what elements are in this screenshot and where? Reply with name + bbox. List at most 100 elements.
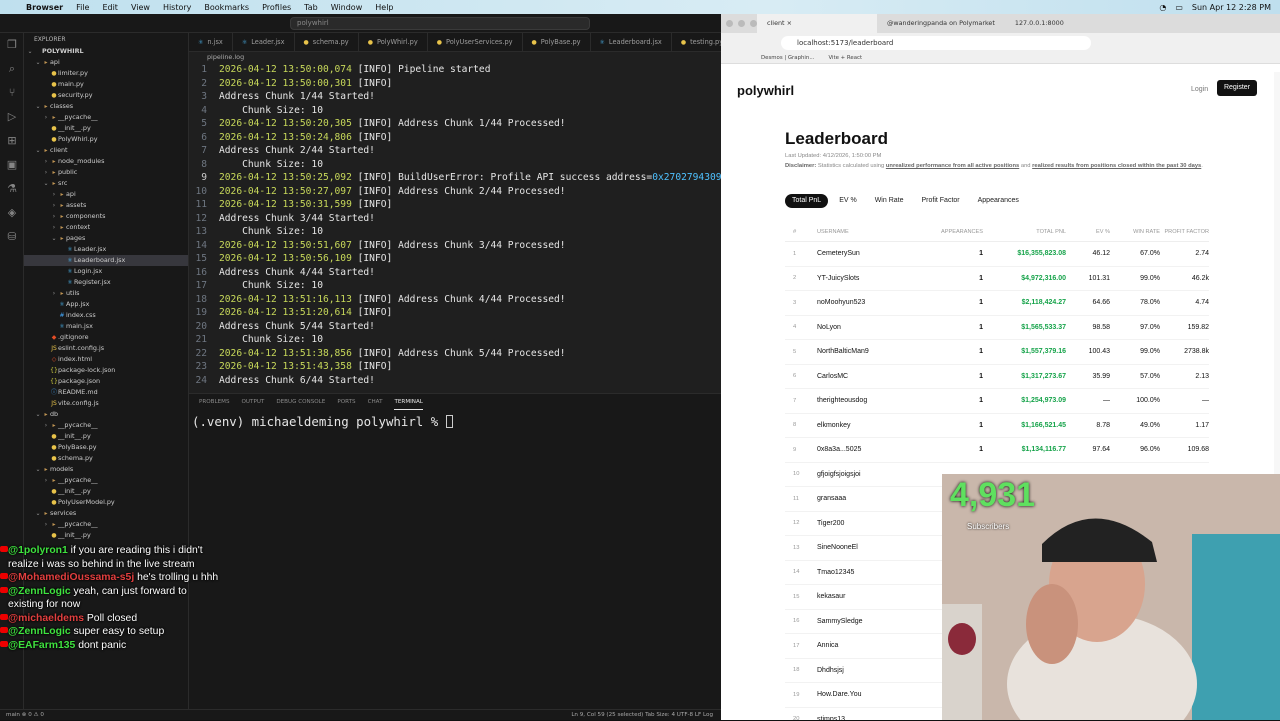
tree-item[interactable]: › ▸ __pycache__: [24, 420, 188, 431]
editor-tab[interactable]: ⚛ Leader.jsx: [233, 33, 295, 51]
browser-tab-localhost[interactable]: 127.0.0.1:8000: [1005, 14, 1074, 33]
panel-tab[interactable]: PORTS: [337, 394, 355, 410]
tree-item[interactable]: ⌄ ▸ services: [24, 508, 188, 519]
column-header[interactable]: PROFIT FACTOR: [1160, 229, 1209, 235]
editor-tab[interactable]: ● PolyWhirl.py: [359, 33, 428, 51]
bookmark-vite[interactable]: Vite + React: [828, 53, 862, 63]
menu-profiles[interactable]: Profiles: [262, 3, 291, 12]
table-row[interactable]: 6 CarlosMC 1 $1,317,273.67 35.99 57.0% 2.13: [785, 365, 1209, 389]
tree-item[interactable]: # index.css: [24, 310, 188, 321]
filter-win-rate[interactable]: Win Rate: [868, 194, 911, 208]
menu-bookmarks[interactable]: Bookmarks: [204, 3, 249, 12]
editor-tab[interactable]: ● PolyUserServices.py: [428, 33, 523, 51]
extensions-icon[interactable]: ⊞: [0, 129, 24, 153]
tree-item[interactable]: ● __init__.py: [24, 486, 188, 497]
table-row[interactable]: 9 0x8a3a...5025 1 $1,134,116.77 97.64 96.0% 10…: [785, 438, 1209, 463]
tree-item[interactable]: › ▸ __pycache__: [24, 519, 188, 530]
tree-item[interactable]: ⚛ App.jsx: [24, 299, 188, 310]
tree-item[interactable]: ⌄ ▸ client: [24, 145, 188, 156]
site-logo[interactable]: polywhirl: [737, 83, 794, 98]
tree-item[interactable]: ⓘ README.md: [24, 387, 188, 398]
log-editor[interactable]: 1 2026-04-12 13:50:00,074 [INFO] Pipeline…: [189, 63, 721, 393]
table-row[interactable]: 1 CemeterySun 1 $16,355,823.08 46.12 67.0% 2.7…: [785, 242, 1209, 267]
table-row[interactable]: 5 NorthBalticMan9 1 $1,557,379.16 100.43 99.0…: [785, 340, 1209, 365]
tree-item[interactable]: ⚛ main.jsx: [24, 321, 188, 332]
filter-appearances[interactable]: Appearances: [971, 194, 1026, 208]
column-header[interactable]: TOTAL PNL: [983, 229, 1066, 235]
tree-item[interactable]: › ▸ utils: [24, 288, 188, 299]
tree-item[interactable]: ⌄ ▸ pages: [24, 233, 188, 244]
minimize-window-icon[interactable]: [738, 20, 745, 27]
tree-item[interactable]: ⚛ Register.jsx: [24, 277, 188, 288]
tree-item[interactable]: ⌄ ▸ db: [24, 409, 188, 420]
table-row[interactable]: 2 YT-JuicySlots 1 $4,972,316.00 101.31 99.0% 4…: [785, 267, 1209, 291]
wifi-icon[interactable]: ◔: [1159, 3, 1166, 12]
table-row[interactable]: 8 elkmonkey 1 $1,166,521.45 8.78 49.0% 1.17: [785, 414, 1209, 438]
filter-profit-factor[interactable]: Profit Factor: [915, 194, 967, 208]
tree-item[interactable]: ⌄ ▸ models: [24, 464, 188, 475]
panel-tab[interactable]: DEBUG CONSOLE: [276, 394, 325, 410]
tree-item[interactable]: › ▸ components: [24, 211, 188, 222]
panel-tab[interactable]: PROBLEMS: [199, 394, 230, 410]
tree-item[interactable]: ● limiter.py: [24, 68, 188, 79]
filter-ev-[interactable]: EV %: [832, 194, 864, 208]
breadcrumb[interactable]: pipeline.log: [189, 52, 721, 63]
tree-item[interactable]: ◆ .gitignore: [24, 332, 188, 343]
menu-edit[interactable]: Edit: [102, 3, 118, 12]
menu-history[interactable]: History: [163, 3, 191, 12]
tree-item[interactable]: ⚛ Login.jsx: [24, 266, 188, 277]
terminal[interactable]: (.venv) michaeldeming polywhirl %: [189, 410, 721, 429]
menu-help[interactable]: Help: [375, 3, 393, 12]
search-icon[interactable]: ⌕: [0, 57, 24, 81]
tree-item[interactable]: ● __init__.py: [24, 530, 188, 541]
column-header[interactable]: EV %: [1066, 229, 1110, 235]
docker-icon[interactable]: ◈: [0, 201, 24, 225]
address-bar[interactable]: localhost:5173/leaderboard: [781, 36, 1091, 50]
panel-tab[interactable]: TERMINAL: [394, 394, 423, 410]
source-control-icon[interactable]: ⑂: [0, 81, 24, 105]
zoom-window-icon[interactable]: [750, 20, 757, 27]
panel-tab[interactable]: OUTPUT: [242, 394, 265, 410]
tree-item[interactable]: {} package-lock.json: [24, 365, 188, 376]
tree-item[interactable]: ⌄ POLYWHIRL: [24, 46, 188, 57]
menu-file[interactable]: File: [76, 3, 89, 12]
table-row[interactable]: 3 noMoohyun523 1 $2,118,424.27 64.66 78.0% 4.7…: [785, 291, 1209, 316]
editor-tab[interactable]: ● testing.py: [672, 33, 721, 51]
status-info[interactable]: Ln 9, Col 59 (25 selected) Tab Size: 4 U…: [571, 710, 713, 721]
column-header[interactable]: USERNAME: [817, 229, 905, 235]
tree-item[interactable]: ⌄ ▸ src: [24, 178, 188, 189]
table-row[interactable]: 4 NoLyon 1 $1,565,533.37 98.58 97.0% 159.82: [785, 316, 1209, 340]
tree-item[interactable]: › ▸ api: [24, 189, 188, 200]
panel-tab[interactable]: CHAT: [368, 394, 383, 410]
register-button[interactable]: Register: [1217, 80, 1257, 96]
filter-total-pnl[interactable]: Total PnL: [785, 194, 829, 208]
menu-window[interactable]: Window: [331, 3, 363, 12]
menubar-datetime[interactable]: Sun Apr 12 2:28 PM: [1192, 3, 1271, 12]
command-center[interactable]: polywhirl: [290, 17, 590, 30]
remote-icon[interactable]: ▣: [0, 153, 24, 177]
tree-item[interactable]: ● main.py: [24, 79, 188, 90]
tree-item[interactable]: › ▸ context: [24, 222, 188, 233]
tree-item[interactable]: › ▸ assets: [24, 200, 188, 211]
editor-tab[interactable]: ⚛ n.jsx: [189, 33, 233, 51]
status-branch[interactable]: main ⊗ 0 ⚠ 0: [6, 712, 44, 718]
tree-item[interactable]: JS eslint.config.js: [24, 343, 188, 354]
tree-item[interactable]: ◇ index.html: [24, 354, 188, 365]
column-header[interactable]: APPEARANCES: [905, 229, 983, 235]
menu-view[interactable]: View: [131, 3, 150, 12]
run-debug-icon[interactable]: ▷: [0, 105, 24, 129]
explorer-icon[interactable]: ❐: [0, 33, 24, 57]
tree-item[interactable]: › ▸ __pycache__: [24, 112, 188, 123]
tree-item[interactable]: ⚛ Leader.jsx: [24, 244, 188, 255]
tree-item[interactable]: ● security.py: [24, 90, 188, 101]
close-window-icon[interactable]: [726, 20, 733, 27]
editor-tab[interactable]: ● PolyBase.py: [523, 33, 591, 51]
menu-app[interactable]: Browser: [26, 3, 63, 12]
tree-item[interactable]: JS vite.config.js: [24, 398, 188, 409]
editor-tab[interactable]: ● schema.py: [295, 33, 359, 51]
table-row[interactable]: 7 therighteousdog 1 $1,254,973.09 — 100.0% —: [785, 389, 1209, 414]
tree-item[interactable]: ⚛ Leaderboard.jsx: [24, 255, 188, 266]
browser-tab-polymarket[interactable]: @wanderingpanda on Polymarket: [877, 14, 1005, 33]
tree-item[interactable]: ● __init__.py: [24, 123, 188, 134]
login-link[interactable]: Login: [1191, 86, 1208, 93]
